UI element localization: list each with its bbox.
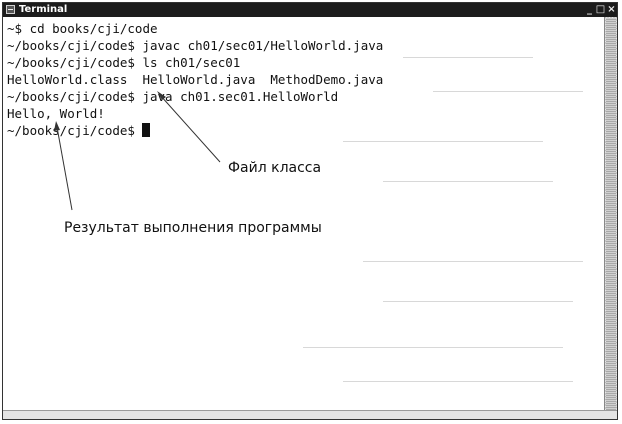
class-file-arrow-line — [159, 94, 221, 163]
output-arrowhead — [54, 121, 60, 131]
program-output-callout: Результат выполнения программы — [64, 220, 322, 236]
class-file-callout: Файл класса — [228, 160, 322, 176]
class-file-arrowhead — [157, 91, 166, 100]
output-arrow-line — [56, 126, 73, 211]
annotation-arrows — [54, 91, 221, 211]
